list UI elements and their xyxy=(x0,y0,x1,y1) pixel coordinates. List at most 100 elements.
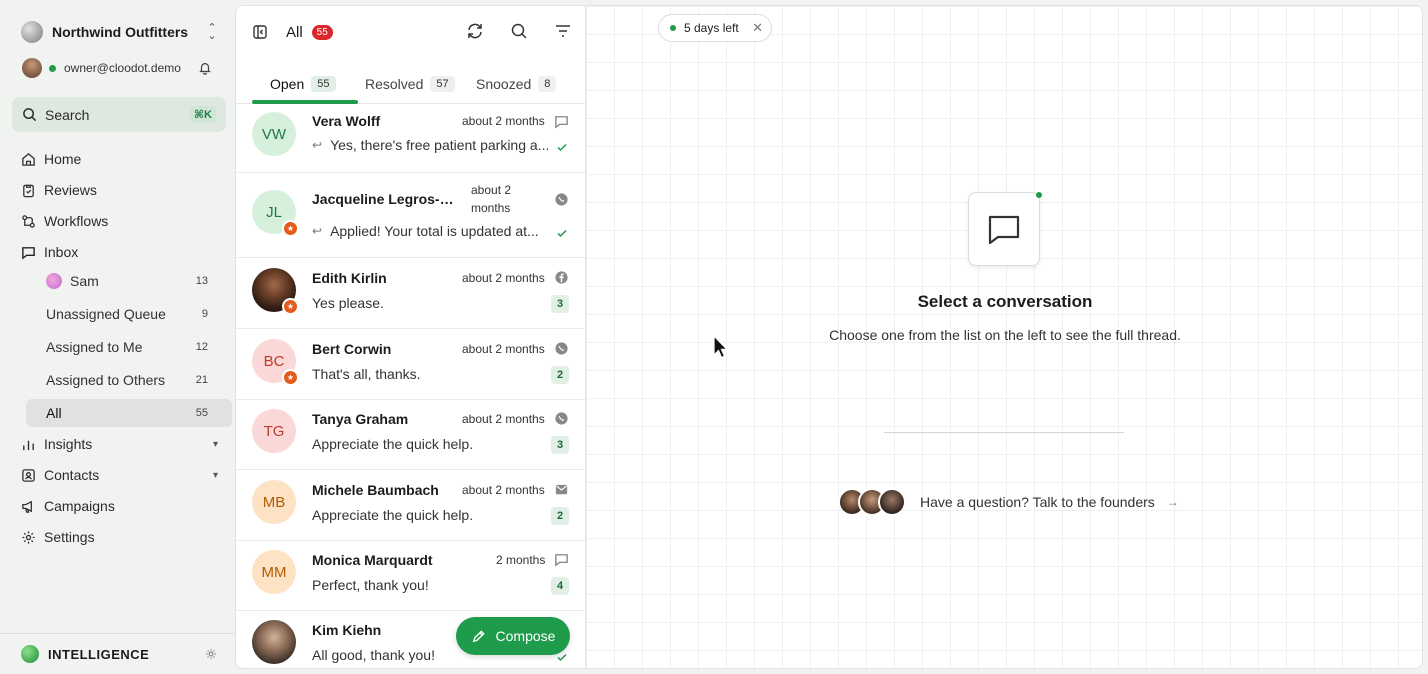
conversation-view: 5 days left ✕ Select a conversation Choo… xyxy=(585,5,1423,669)
tab-label: Resolved xyxy=(365,76,424,92)
reply-icon: ↩ xyxy=(312,138,323,152)
inbox-sub-sam[interactable]: Sam 13 xyxy=(26,267,232,295)
unread-count: 3 xyxy=(551,295,569,313)
sub-item-count: 13 xyxy=(195,275,208,287)
clipboard-icon xyxy=(20,182,36,198)
reply-icon: ↩ xyxy=(312,224,323,238)
conversation-item[interactable]: TG Tanya Graham about 2 months Appreciat… xyxy=(236,400,585,470)
message-preview: Appreciate the quick help. xyxy=(312,507,548,523)
status-dot xyxy=(1036,192,1042,198)
sidebar: Northwind Outfitters ⌃ ⌄ owner@cloodot.de… xyxy=(0,0,235,674)
inbox-sub-all[interactable]: All 55 xyxy=(26,399,232,427)
contact-card-icon xyxy=(20,467,36,483)
gear-icon xyxy=(20,529,36,545)
nav-label: Settings xyxy=(44,529,95,545)
message-preview: ↩ Yes, there's free patient parking a... xyxy=(312,137,548,153)
tab-open[interactable]: Open 55 xyxy=(270,64,336,104)
sub-item-label: Unassigned Queue xyxy=(46,306,166,322)
home-icon xyxy=(20,151,36,167)
refresh-icon[interactable] xyxy=(466,22,484,40)
gear-icon[interactable] xyxy=(205,648,217,660)
conversation-item[interactable]: ★ Edith Kirlin about 2 months Yes please… xyxy=(236,258,585,329)
chevron-down-icon: ▾ xyxy=(212,469,218,481)
close-icon[interactable]: ✕ xyxy=(752,20,763,36)
avatar xyxy=(252,620,296,664)
timestamp: about 2 months xyxy=(462,412,545,426)
bar-chart-icon xyxy=(20,436,36,452)
unread-count: 2 xyxy=(551,507,569,525)
online-status-dot xyxy=(49,64,56,72)
tab-snoozed[interactable]: Snoozed 8 xyxy=(476,64,557,104)
status-dot xyxy=(670,25,676,31)
contact-name: Vera Wolff xyxy=(312,113,381,129)
nav-insights[interactable]: Insights ▾ xyxy=(12,430,226,458)
tab-resolved[interactable]: Resolved 57 xyxy=(365,64,455,104)
compose-label: Compose xyxy=(495,628,556,644)
compose-button[interactable]: Compose xyxy=(456,617,570,655)
inbox-sub-unassigned[interactable]: Unassigned Queue 9 xyxy=(26,300,232,328)
sub-item-count: 21 xyxy=(195,374,208,386)
trial-label: 5 days left xyxy=(684,21,739,35)
inbox-sub-assigned-others[interactable]: Assigned to Others 21 xyxy=(26,366,232,394)
avatar: MM xyxy=(252,550,296,594)
check-icon xyxy=(557,229,567,238)
email-icon xyxy=(555,484,568,495)
nav-settings[interactable]: Settings xyxy=(12,523,226,551)
nav-home[interactable]: Home xyxy=(12,145,226,173)
search-label: Search xyxy=(45,106,90,123)
conversation-item[interactable]: MB Michele Baumbach about 2 months Appre… xyxy=(236,470,585,541)
inbox-sub-assigned-me[interactable]: Assigned to Me 12 xyxy=(26,333,232,361)
intelligence-bar[interactable]: INTELLIGENCE xyxy=(0,633,235,674)
message-preview: ↩ Applied! Your total is updated at... xyxy=(312,223,548,239)
empty-state-subtitle: Choose one from the list on the left to … xyxy=(829,327,1181,343)
list-title: All xyxy=(286,23,303,41)
message-preview: Perfect, thank you! xyxy=(312,577,548,593)
chat-icon xyxy=(555,116,568,129)
conversation-item[interactable]: JL ★ Jacqueline Legros-Mu... about 2 mon… xyxy=(236,173,585,258)
message-preview: Yes please. xyxy=(312,295,548,311)
message-text: Perfect, thank you! xyxy=(312,577,429,593)
star-icon: ★ xyxy=(282,220,299,237)
nav-contacts[interactable]: Contacts ▾ xyxy=(12,461,226,489)
message-text: That's all, thanks. xyxy=(312,366,421,382)
sub-item-label: All xyxy=(46,405,62,421)
nav-label: Contacts xyxy=(44,467,100,483)
nav-campaigns[interactable]: Campaigns xyxy=(12,492,226,520)
user-row[interactable]: owner@cloodot.demo xyxy=(12,56,224,80)
pencil-icon xyxy=(472,629,485,642)
megaphone-icon xyxy=(20,498,36,514)
workspace-switcher[interactable]: Northwind Outfitters ⌃ ⌄ xyxy=(12,14,224,50)
star-icon: ★ xyxy=(282,369,299,386)
timestamp: 2 months xyxy=(496,553,546,567)
unread-count: 2 xyxy=(551,366,569,384)
timestamp: about 2 months xyxy=(462,483,545,497)
trial-pill[interactable]: 5 days left ✕ xyxy=(658,14,772,42)
tab-count: 8 xyxy=(538,76,557,92)
conversation-item[interactable]: VW Vera Wolff about 2 months ↩ Yes, there… xyxy=(236,103,585,173)
nav-label: Inbox xyxy=(44,244,79,260)
chevron-down-icon: ▾ xyxy=(212,438,218,450)
search-icon[interactable] xyxy=(510,22,528,40)
message-preview: Appreciate the quick help. xyxy=(312,436,548,452)
avatar xyxy=(878,488,906,516)
sub-item-label: Assigned to Me xyxy=(46,339,143,355)
filter-icon[interactable] xyxy=(554,22,572,40)
bell-icon[interactable] xyxy=(198,61,212,75)
founders-link[interactable]: Have a question? Talk to the founders → xyxy=(838,486,1179,518)
sidebar-toggle-icon[interactable] xyxy=(252,24,268,40)
search-icon xyxy=(23,108,37,122)
facebook-icon xyxy=(555,271,568,284)
whatsapp-icon xyxy=(555,412,568,425)
tab-count: 57 xyxy=(430,76,455,92)
conversation-item[interactable]: MM Monica Marquardt 2 months Perfect, th… xyxy=(236,541,585,611)
unread-count: 3 xyxy=(551,436,569,454)
search-button[interactable]: Search ⌘K xyxy=(12,97,226,132)
nav-reviews[interactable]: Reviews xyxy=(12,176,226,204)
nav-inbox[interactable]: Inbox xyxy=(12,238,226,266)
sub-item-count: 12 xyxy=(195,341,208,353)
nav-workflows[interactable]: Workflows xyxy=(12,207,226,235)
conversation-item[interactable]: BC ★ Bert Corwin about 2 months That's a… xyxy=(236,329,585,400)
star-icon: ★ xyxy=(282,298,299,315)
list-header: All 55 xyxy=(236,6,585,58)
message-text: Appreciate the quick help. xyxy=(312,507,474,523)
